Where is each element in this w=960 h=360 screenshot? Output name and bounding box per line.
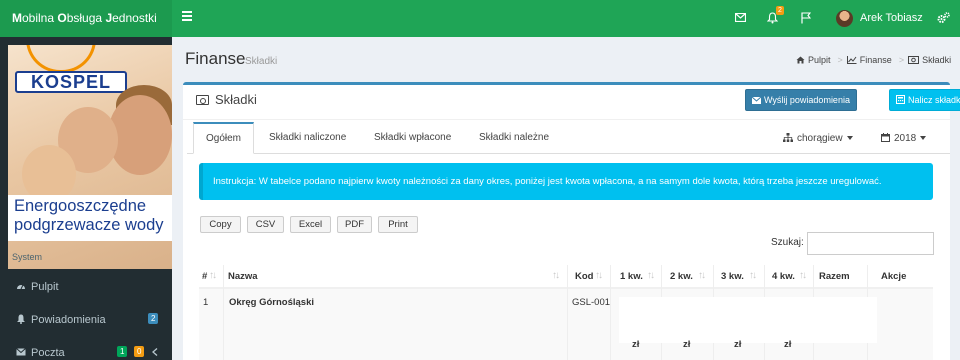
top-navbar: Mobilna Obsługa Jednostki 2 Arek Tobiasz xyxy=(0,0,960,37)
row-number: 1 xyxy=(203,297,209,308)
mail-pending-badge: 0 xyxy=(134,346,145,357)
box-title: Składki xyxy=(196,92,257,107)
row-unit-name[interactable]: Okręg Górnośląski xyxy=(229,297,314,308)
nav-section-header: System xyxy=(12,252,43,262)
sort-icon[interactable]: ↑↓ xyxy=(647,270,655,281)
sort-icon[interactable]: ↑↓ xyxy=(209,270,217,281)
tab-skladki-wplacone[interactable]: Składki wpłacone xyxy=(362,122,463,154)
sort-icon[interactable]: ↑↓ xyxy=(595,270,603,281)
avatar[interactable] xyxy=(836,10,853,27)
page-subtitle: Składki xyxy=(245,56,278,67)
export-print-button[interactable]: Print xyxy=(378,216,418,233)
sidebar-item-pulpit[interactable]: Pulpit xyxy=(0,272,172,302)
bell-icon xyxy=(17,314,25,324)
search-input[interactable] xyxy=(807,232,934,255)
sidebar-item-label: Poczta xyxy=(31,347,65,359)
sidebar-item-label: Powiadomienia xyxy=(31,314,106,326)
tab-ogolem[interactable]: Ogółem xyxy=(193,122,255,154)
calculate-contributions-button[interactable]: Nalicz składki xyxy=(889,89,960,111)
export-excel-button[interactable]: Excel xyxy=(290,216,331,233)
envelope-icon xyxy=(16,348,26,356)
money-icon xyxy=(196,95,209,105)
redacted-amounts xyxy=(619,297,877,343)
banner-tagline: Energooszczędne podgrzewacze wody xyxy=(14,197,164,234)
cogs-icon[interactable] xyxy=(937,12,950,24)
sort-icon[interactable]: ↑↓ xyxy=(749,270,757,281)
column-header-q1[interactable]: 1 kw. xyxy=(620,271,643,282)
export-pdf-button[interactable]: PDF xyxy=(337,216,372,233)
breadcrumb-pulpit[interactable]: Pulpit xyxy=(808,55,831,65)
chevron-down-icon xyxy=(846,136,853,140)
sort-icon[interactable]: ↑↓ xyxy=(698,270,706,281)
calendar-icon xyxy=(881,133,890,142)
column-header-total[interactable]: Razem xyxy=(819,271,850,282)
advertisement-banner[interactable]: KOSPEL Energooszczędne podgrzewacze wody xyxy=(8,45,172,269)
flag-icon[interactable] xyxy=(801,12,811,24)
q4-currency: zł xyxy=(784,339,792,350)
contribution-tabs: Ogółem Składki naliczone Składki wpłacon… xyxy=(187,122,950,154)
column-header-q4[interactable]: 4 kw. xyxy=(772,271,795,282)
column-header-q2[interactable]: 2 kw. xyxy=(670,271,693,282)
export-copy-button[interactable]: Copy xyxy=(200,216,241,233)
box-divider xyxy=(183,119,950,120)
search-label: Szukaj: xyxy=(771,237,804,248)
mail-unread-badge: 1 xyxy=(117,346,128,357)
breadcrumb-finanse[interactable]: Finanse xyxy=(860,55,892,65)
year-filter-dropdown[interactable]: 2018 xyxy=(881,133,927,144)
menu-icon[interactable] xyxy=(182,11,192,21)
tab-skladki-naliczone[interactable]: Składki naliczone xyxy=(257,122,358,154)
chevron-down-icon xyxy=(920,136,927,140)
table-row: 1 Okręg Górnośląski GSL-001 zł zł zł zł xyxy=(199,289,933,360)
breadcrumb-skladki: Składki xyxy=(922,55,952,65)
dashboard-icon xyxy=(17,284,25,290)
envelope-icon[interactable] xyxy=(735,13,746,22)
line-chart-icon xyxy=(846,56,857,64)
sitemap-icon xyxy=(783,133,793,142)
sun-logo-icon xyxy=(26,45,96,73)
breadcrumb: Pulpit > Finanse > Składki xyxy=(796,55,954,65)
tab-skladki-nalezne[interactable]: Składki należne xyxy=(467,122,561,154)
sidebar-item-label: Pulpit xyxy=(31,281,59,293)
column-header-q3[interactable]: 3 kw. xyxy=(721,271,744,282)
q3-currency: zł xyxy=(734,339,742,350)
contributions-box: Składki Wyślij powiadomienia Nalicz skła… xyxy=(183,82,960,360)
unit-filter-dropdown[interactable]: chorągiew xyxy=(783,133,853,144)
money-icon xyxy=(908,56,920,64)
sort-icon[interactable]: ↑↓ xyxy=(799,270,807,281)
home-icon xyxy=(796,56,805,64)
q2-currency: zł xyxy=(683,339,691,350)
calculator-icon xyxy=(896,95,905,104)
column-header-name[interactable]: Nazwa xyxy=(228,271,258,282)
envelope-icon xyxy=(751,96,762,104)
chevron-left-icon[interactable] xyxy=(152,348,158,356)
user-name[interactable]: Arek Tobiasz xyxy=(860,12,923,24)
banner-brand: KOSPEL xyxy=(15,71,127,93)
sidebar-item-powiadomienia[interactable]: Powiadomienia 2 xyxy=(0,305,172,335)
sort-icon[interactable]: ↑↓ xyxy=(552,270,560,281)
q1-currency: zł xyxy=(632,339,640,350)
sidebar: KOSPEL Energooszczędne podgrzewacze wody… xyxy=(0,37,172,360)
table-header: # ↑↓ Nazwa ↑↓ Kod ↑↓ 1 kw. ↑↓ 2 kw. ↑↓ 3 kw. ↑… xyxy=(199,265,933,289)
sidebar-item-poczta[interactable]: Poczta 1 0 xyxy=(0,338,172,360)
page-title: Finanse xyxy=(185,49,246,68)
column-header-code[interactable]: Kod xyxy=(575,271,593,282)
column-header-actions: Akcje xyxy=(881,271,907,282)
instruction-callout: Instrukcja: W tabelce podano najpierw kw… xyxy=(199,163,933,200)
app-logo[interactable]: Mobilna Obsługa Jednostki xyxy=(0,0,172,37)
send-notifications-button[interactable]: Wyślij powiadomienia xyxy=(745,89,857,111)
notifications-count-badge: 2 xyxy=(148,313,159,324)
notifications-badge: 2 xyxy=(776,6,784,15)
export-csv-button[interactable]: CSV xyxy=(247,216,284,233)
row-unit-code: GSL-001 xyxy=(572,297,611,308)
column-header-no[interactable]: # xyxy=(202,271,207,282)
